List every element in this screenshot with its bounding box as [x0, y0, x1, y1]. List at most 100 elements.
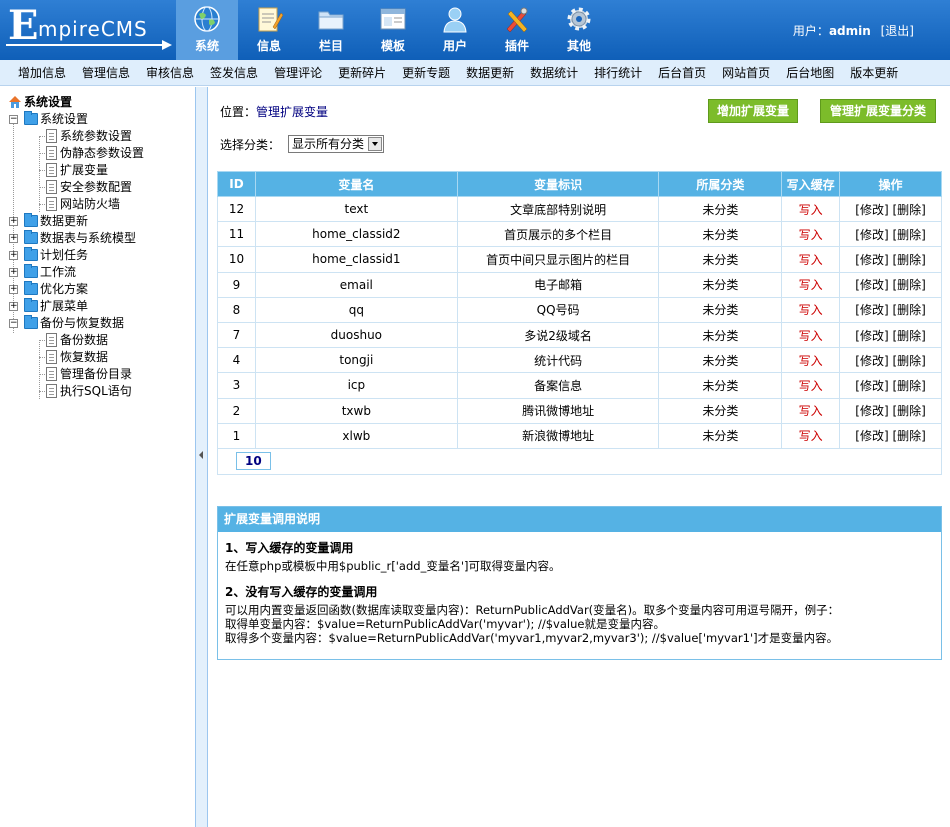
tree-leaf-label: 安全参数配置	[60, 180, 133, 194]
expand-icon[interactable]: +	[9, 285, 18, 294]
tree-leaf-rewrite-params[interactable]: 伪静态参数设置	[6, 145, 186, 162]
tree-node-scheduled-tasks[interactable]: + 计划任务	[6, 247, 186, 264]
submenu-sign-info[interactable]: 签发信息	[202, 60, 266, 86]
breadcrumb-link[interactable]: 管理扩展变量	[256, 105, 328, 119]
submenu-admin-home[interactable]: 后台首页	[650, 60, 714, 86]
manage-variable-category-button[interactable]: 管理扩展变量分类	[820, 99, 936, 123]
collapse-icon[interactable]: −	[9, 115, 18, 124]
submenu-manage-info[interactable]: 管理信息	[74, 60, 138, 86]
write-cache-link[interactable]: 写入	[799, 329, 823, 343]
tree-node-optimization[interactable]: + 优化方案	[6, 281, 186, 298]
topnav-user[interactable]: 用户	[424, 0, 486, 60]
edit-link[interactable]: [修改]	[855, 278, 888, 292]
tree-leaf-label: 备份数据	[60, 333, 109, 347]
add-variable-button[interactable]: 增加扩展变量	[708, 99, 798, 123]
tree-node-data-update[interactable]: + 数据更新	[6, 213, 186, 230]
topnav-column[interactable]: 栏目	[300, 0, 362, 60]
collapse-arrow-icon[interactable]	[199, 451, 203, 459]
edit-link[interactable]: [修改]	[855, 379, 888, 393]
category-select[interactable]: 显示所有分类	[288, 135, 385, 153]
write-cache-link[interactable]: 写入	[799, 278, 823, 292]
edit-link[interactable]: [修改]	[855, 404, 888, 418]
tree-node-label: 数据更新	[40, 214, 89, 228]
tree-leaf-system-params[interactable]: 系统参数设置	[6, 128, 186, 145]
expand-icon[interactable]: +	[9, 268, 18, 277]
edit-link[interactable]: [修改]	[855, 203, 888, 217]
tree-leaf-manage-backup-dir[interactable]: 管理备份目录	[6, 366, 186, 383]
tree-node-workflow[interactable]: + 工作流	[6, 264, 186, 281]
sidebar-splitter[interactable]	[196, 87, 208, 827]
submenu-manage-comment[interactable]: 管理评论	[266, 60, 330, 86]
expand-icon[interactable]: +	[9, 302, 18, 311]
tree-root[interactable]: 系统设置	[6, 94, 186, 111]
delete-link[interactable]: [删除]	[892, 404, 925, 418]
page-icon	[46, 197, 57, 211]
tree-node-extend-menu[interactable]: + 扩展菜单	[6, 298, 186, 315]
edit-link[interactable]: [修改]	[855, 354, 888, 368]
chevron-down-icon[interactable]	[368, 137, 383, 151]
expand-icon[interactable]: +	[9, 251, 18, 260]
tree-leaf-restore-data[interactable]: 恢复数据	[6, 349, 186, 366]
delete-link[interactable]: [删除]	[892, 203, 925, 217]
menu-tree: 系统设置 − 系统设置 系统参数设置 伪静态参数设置 扩展变量 安全参数配置 网…	[6, 94, 186, 400]
cell-var-name: qq	[254, 296, 458, 323]
window-icon	[380, 8, 406, 30]
tree-leaf-backup-data[interactable]: 备份数据	[6, 332, 186, 349]
tree-root-label: 系统设置	[24, 95, 73, 109]
submenu-version-update[interactable]: 版本更新	[842, 60, 906, 86]
delete-link[interactable]: [删除]	[892, 228, 925, 242]
cell-id: 9	[217, 271, 256, 298]
write-cache-link[interactable]: 写入	[799, 253, 823, 267]
gear-icon	[567, 7, 591, 31]
delete-link[interactable]: [删除]	[892, 278, 925, 292]
write-cache-link[interactable]: 写入	[799, 203, 823, 217]
edit-link[interactable]: [修改]	[855, 329, 888, 343]
edit-link[interactable]: [修改]	[855, 253, 888, 267]
collapse-icon[interactable]: −	[9, 319, 18, 328]
delete-link[interactable]: [删除]	[892, 379, 925, 393]
write-cache-link[interactable]: 写入	[799, 354, 823, 368]
write-cache-link[interactable]: 写入	[799, 379, 823, 393]
topnav-system[interactable]: 系统	[176, 0, 238, 60]
tree-leaf-extend-vars[interactable]: 扩展变量	[6, 162, 186, 179]
delete-link[interactable]: [删除]	[892, 429, 925, 443]
write-cache-link[interactable]: 写入	[799, 429, 823, 443]
expand-icon[interactable]: +	[9, 234, 18, 243]
write-cache-link[interactable]: 写入	[799, 228, 823, 242]
submenu-site-home[interactable]: 网站首页	[714, 60, 778, 86]
tree-node-tables-models[interactable]: + 数据表与系统模型	[6, 230, 186, 247]
delete-link[interactable]: [删除]	[892, 329, 925, 343]
write-cache-link[interactable]: 写入	[799, 303, 823, 317]
delete-link[interactable]: [删除]	[892, 303, 925, 317]
tree-leaf-security-params[interactable]: 安全参数配置	[6, 179, 186, 196]
write-cache-link[interactable]: 写入	[799, 404, 823, 418]
topnav-other[interactable]: 其他	[548, 0, 610, 60]
edit-link[interactable]: [修改]	[855, 303, 888, 317]
submenu-update-fragment[interactable]: 更新碎片	[330, 60, 394, 86]
expand-icon[interactable]: +	[9, 217, 18, 226]
category-select-value: 显示所有分类	[292, 137, 365, 151]
tree-node-backup[interactable]: − 备份与恢复数据	[6, 315, 186, 332]
submenu-rank-stats[interactable]: 排行统计	[586, 60, 650, 86]
topnav-plugin[interactable]: 插件	[486, 0, 548, 60]
submenu-data-stats[interactable]: 数据统计	[522, 60, 586, 86]
topnav-template[interactable]: 模板	[362, 0, 424, 60]
delete-link[interactable]: [删除]	[892, 253, 925, 267]
submenu-data-update[interactable]: 数据更新	[458, 60, 522, 86]
cell-cache: 写入	[781, 372, 841, 399]
submenu-add-info[interactable]: 增加信息	[10, 60, 74, 86]
cell-id: 2	[217, 397, 256, 424]
logout-link[interactable]: [退出]	[881, 24, 914, 38]
tree-leaf-firewall[interactable]: 网站防火墙	[6, 196, 186, 213]
submenu-audit-info[interactable]: 审核信息	[138, 60, 202, 86]
edit-link[interactable]: [修改]	[855, 228, 888, 242]
tree-node-system[interactable]: − 系统设置	[6, 111, 186, 128]
submenu-update-topic[interactable]: 更新专题	[394, 60, 458, 86]
submenu-admin-map[interactable]: 后台地图	[778, 60, 842, 86]
edit-link[interactable]: [修改]	[855, 429, 888, 443]
delete-link[interactable]: [删除]	[892, 354, 925, 368]
folder-icon	[24, 230, 38, 244]
topnav-info[interactable]: 信息	[238, 0, 300, 60]
tree-leaf-exec-sql[interactable]: 执行SQL语句	[6, 383, 186, 400]
empirecms-logo[interactable]: E mpireCMS	[0, 0, 176, 60]
